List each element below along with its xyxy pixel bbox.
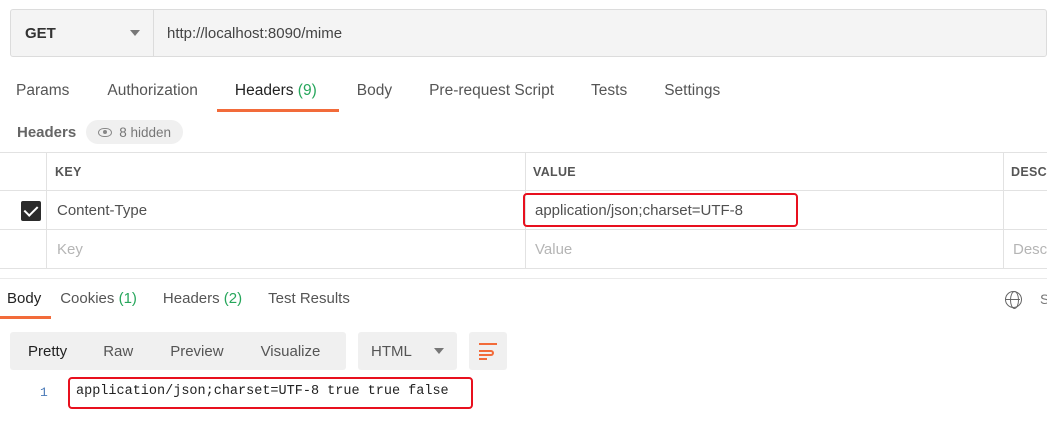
tab-response-body[interactable]: Body <box>0 285 52 319</box>
view-pretty-button[interactable]: Pretty <box>10 343 67 360</box>
headers-count-badge: (9) <box>297 82 317 99</box>
column-header-value: VALUE <box>533 164 576 179</box>
status-label-cut: S <box>1040 291 1047 307</box>
globe-icon[interactable] <box>1005 291 1022 309</box>
table-row-new: Key Value Desc <box>0 230 1047 269</box>
chevron-down-icon <box>130 30 140 36</box>
checkbox-checked-icon[interactable] <box>21 201 41 221</box>
column-header-description: DESCR <box>1011 164 1047 179</box>
tab-body[interactable]: Body <box>339 78 411 112</box>
table-header-row: KEY VALUE DESCR <box>0 153 1047 191</box>
tab-response-headers[interactable]: Headers (2) <box>150 285 255 319</box>
tab-tests[interactable]: Tests <box>573 78 646 112</box>
wrap-lines-icon-tail <box>479 358 487 360</box>
headers-section-header: Headers 8 hidden <box>17 120 184 144</box>
request-tabs: Params Authorization Headers (9) Body Pr… <box>0 78 736 112</box>
highlight-box-value <box>523 193 798 227</box>
tab-authorization[interactable]: Authorization <box>85 78 216 112</box>
tab-cookies[interactable]: Cookies (1) <box>51 285 150 319</box>
column-header-key: KEY <box>55 164 82 179</box>
format-label: HTML <box>371 342 412 360</box>
headers-table: KEY VALUE DESCR Content-Type application… <box>0 152 1047 269</box>
line-number: 1 <box>40 385 48 400</box>
wrap-lines-icon-curve <box>479 350 494 356</box>
format-select[interactable]: HTML <box>358 332 457 370</box>
column-divider <box>1003 153 1004 269</box>
response-headers-count-badge: (2) <box>223 290 243 307</box>
column-divider <box>46 153 47 269</box>
tab-params[interactable]: Params <box>0 78 85 112</box>
url-input[interactable] <box>154 10 1046 56</box>
url-bar: GET <box>10 9 1047 57</box>
tab-test-results[interactable]: Test Results <box>255 285 363 319</box>
response-view-group: Pretty Raw Preview Visualize <box>10 332 346 370</box>
new-key-input[interactable]: Key <box>57 230 83 268</box>
view-preview-button[interactable]: Preview <box>133 343 223 360</box>
tab-pre-request-script[interactable]: Pre-request Script <box>411 78 573 112</box>
view-visualize-button[interactable]: Visualize <box>224 343 321 360</box>
new-value-input[interactable]: Value <box>535 230 572 268</box>
response-tabs: Body Cookies (1) Headers (2) Test Result… <box>0 285 363 319</box>
highlight-box-response <box>68 377 473 409</box>
new-description-input[interactable]: Desc <box>1013 230 1047 268</box>
view-raw-button[interactable]: Raw <box>67 343 133 360</box>
headers-title: Headers <box>17 123 77 141</box>
wrap-lines-icon <box>479 343 497 345</box>
cookies-count-badge: (1) <box>118 290 137 307</box>
header-key-cell[interactable]: Content-Type <box>57 191 147 229</box>
hidden-headers-label: 8 hidden <box>119 124 172 140</box>
eye-icon <box>98 127 113 137</box>
tab-headers[interactable]: Headers (9) <box>216 78 339 112</box>
chevron-down-icon <box>434 348 444 354</box>
tab-settings[interactable]: Settings <box>646 78 736 112</box>
method-select[interactable]: GET <box>11 10 154 56</box>
hidden-headers-toggle[interactable]: 8 hidden <box>86 120 184 144</box>
method-label: GET <box>25 24 56 42</box>
wrap-lines-button[interactable] <box>469 332 507 370</box>
section-divider <box>0 278 1047 279</box>
